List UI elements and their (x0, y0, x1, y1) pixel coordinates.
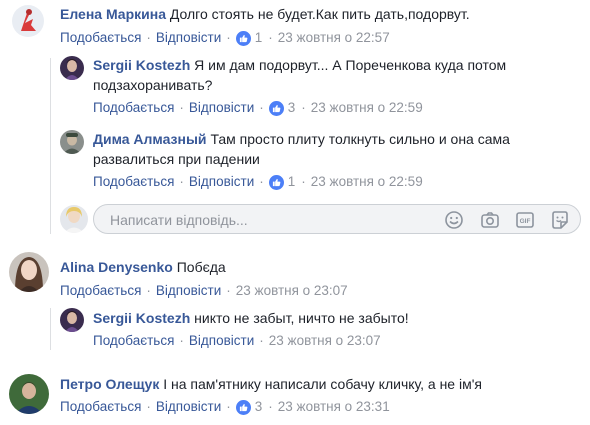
like-button[interactable]: Подобається (60, 282, 141, 300)
reply-button[interactable]: Відповісти (189, 173, 254, 191)
timestamp[interactable]: 23 жовтня о 22:59 (311, 99, 423, 117)
separator: · (259, 333, 264, 348)
separator: · (226, 283, 231, 298)
comment-text: Я им дам подорвут... А Порeченкова куда … (194, 57, 507, 73)
reply-input[interactable] (108, 210, 412, 230)
comment-author[interactable]: Sergii Kostezh (93, 57, 190, 73)
svg-text:GIF: GIF (520, 218, 531, 225)
avatar[interactable] (9, 374, 49, 414)
reply-thread-line (50, 308, 51, 350)
separator: · (146, 283, 151, 298)
thumbs-up-icon[interactable] (235, 30, 251, 46)
comment-author[interactable]: Елена Маркина (60, 6, 166, 22)
like-button[interactable]: Подобається (93, 173, 174, 191)
avatar[interactable] (12, 5, 44, 37)
reply-button[interactable]: Відповісти (189, 99, 254, 117)
like-button[interactable]: Подобається (93, 99, 174, 117)
separator: · (146, 30, 151, 45)
separator: · (179, 100, 184, 115)
separator: · (259, 100, 264, 115)
like-count[interactable]: 3 (288, 99, 296, 117)
sticker-icon[interactable] (550, 210, 570, 230)
comment-text: Долго стоять не будет.Как пить дать,подо… (169, 6, 470, 22)
reply-composer[interactable]: GIF (93, 204, 581, 234)
timestamp[interactable]: 23 жовтня о 23:07 (269, 332, 381, 350)
reply-button[interactable]: Відповісти (156, 29, 221, 47)
separator: · (301, 174, 306, 189)
comment-text: Побєда (176, 259, 226, 275)
emoji-icon[interactable] (444, 210, 464, 230)
timestamp[interactable]: 23 жовтня о 22:57 (278, 29, 390, 47)
separator: · (268, 399, 273, 414)
reply-thread-line (50, 58, 51, 234)
gif-icon[interactable]: GIF (515, 210, 535, 230)
like-count[interactable]: 1 (288, 173, 296, 191)
comment-author[interactable]: Sergii Kostezh (93, 310, 190, 326)
comment-author[interactable]: Alina Denysenko (60, 259, 173, 275)
separator: · (301, 100, 306, 115)
comment-text: никто не забыт, ничто не забыто! (194, 310, 409, 326)
avatar[interactable] (60, 56, 84, 80)
camera-icon[interactable] (480, 210, 500, 230)
avatar[interactable] (60, 308, 84, 332)
thumbs-up-icon[interactable] (235, 399, 251, 415)
comment-text: І на пам'ятнику написали собачу кличку, … (163, 376, 482, 392)
reply-button[interactable]: Відповісти (156, 282, 221, 300)
thumbs-up-icon[interactable] (268, 174, 284, 190)
comment-author[interactable]: Дима Алмазный (93, 131, 207, 147)
separator: · (146, 399, 151, 414)
separator: · (226, 399, 231, 414)
timestamp[interactable]: 23 жовтня о 23:31 (278, 398, 390, 416)
reply-button[interactable]: Відповісти (189, 332, 254, 350)
separator: · (268, 30, 273, 45)
separator: · (226, 30, 231, 45)
like-count[interactable]: 3 (255, 398, 263, 416)
timestamp[interactable]: 23 жовтня о 23:07 (236, 282, 348, 300)
avatar[interactable] (9, 252, 49, 292)
like-button[interactable]: Подобається (60, 29, 141, 47)
like-button[interactable]: Подобається (93, 332, 174, 350)
thumbs-up-icon[interactable] (268, 100, 284, 116)
comment-text-continued: развалиться при падении (93, 151, 260, 167)
separator: · (259, 174, 264, 189)
reply-button[interactable]: Відповісти (156, 398, 221, 416)
comment-author[interactable]: Петро Олещук (60, 376, 159, 392)
current-user-avatar (60, 205, 88, 233)
like-button[interactable]: Подобається (60, 398, 141, 416)
separator: · (179, 174, 184, 189)
separator: · (179, 333, 184, 348)
timestamp[interactable]: 23 жовтня о 22:59 (311, 173, 423, 191)
like-count[interactable]: 1 (255, 29, 263, 47)
avatar[interactable] (60, 130, 84, 154)
comment-text: Там просто плиту толкнуть сильно и она с… (210, 131, 510, 147)
comment-text-continued: подзахоранивать? (93, 77, 213, 93)
